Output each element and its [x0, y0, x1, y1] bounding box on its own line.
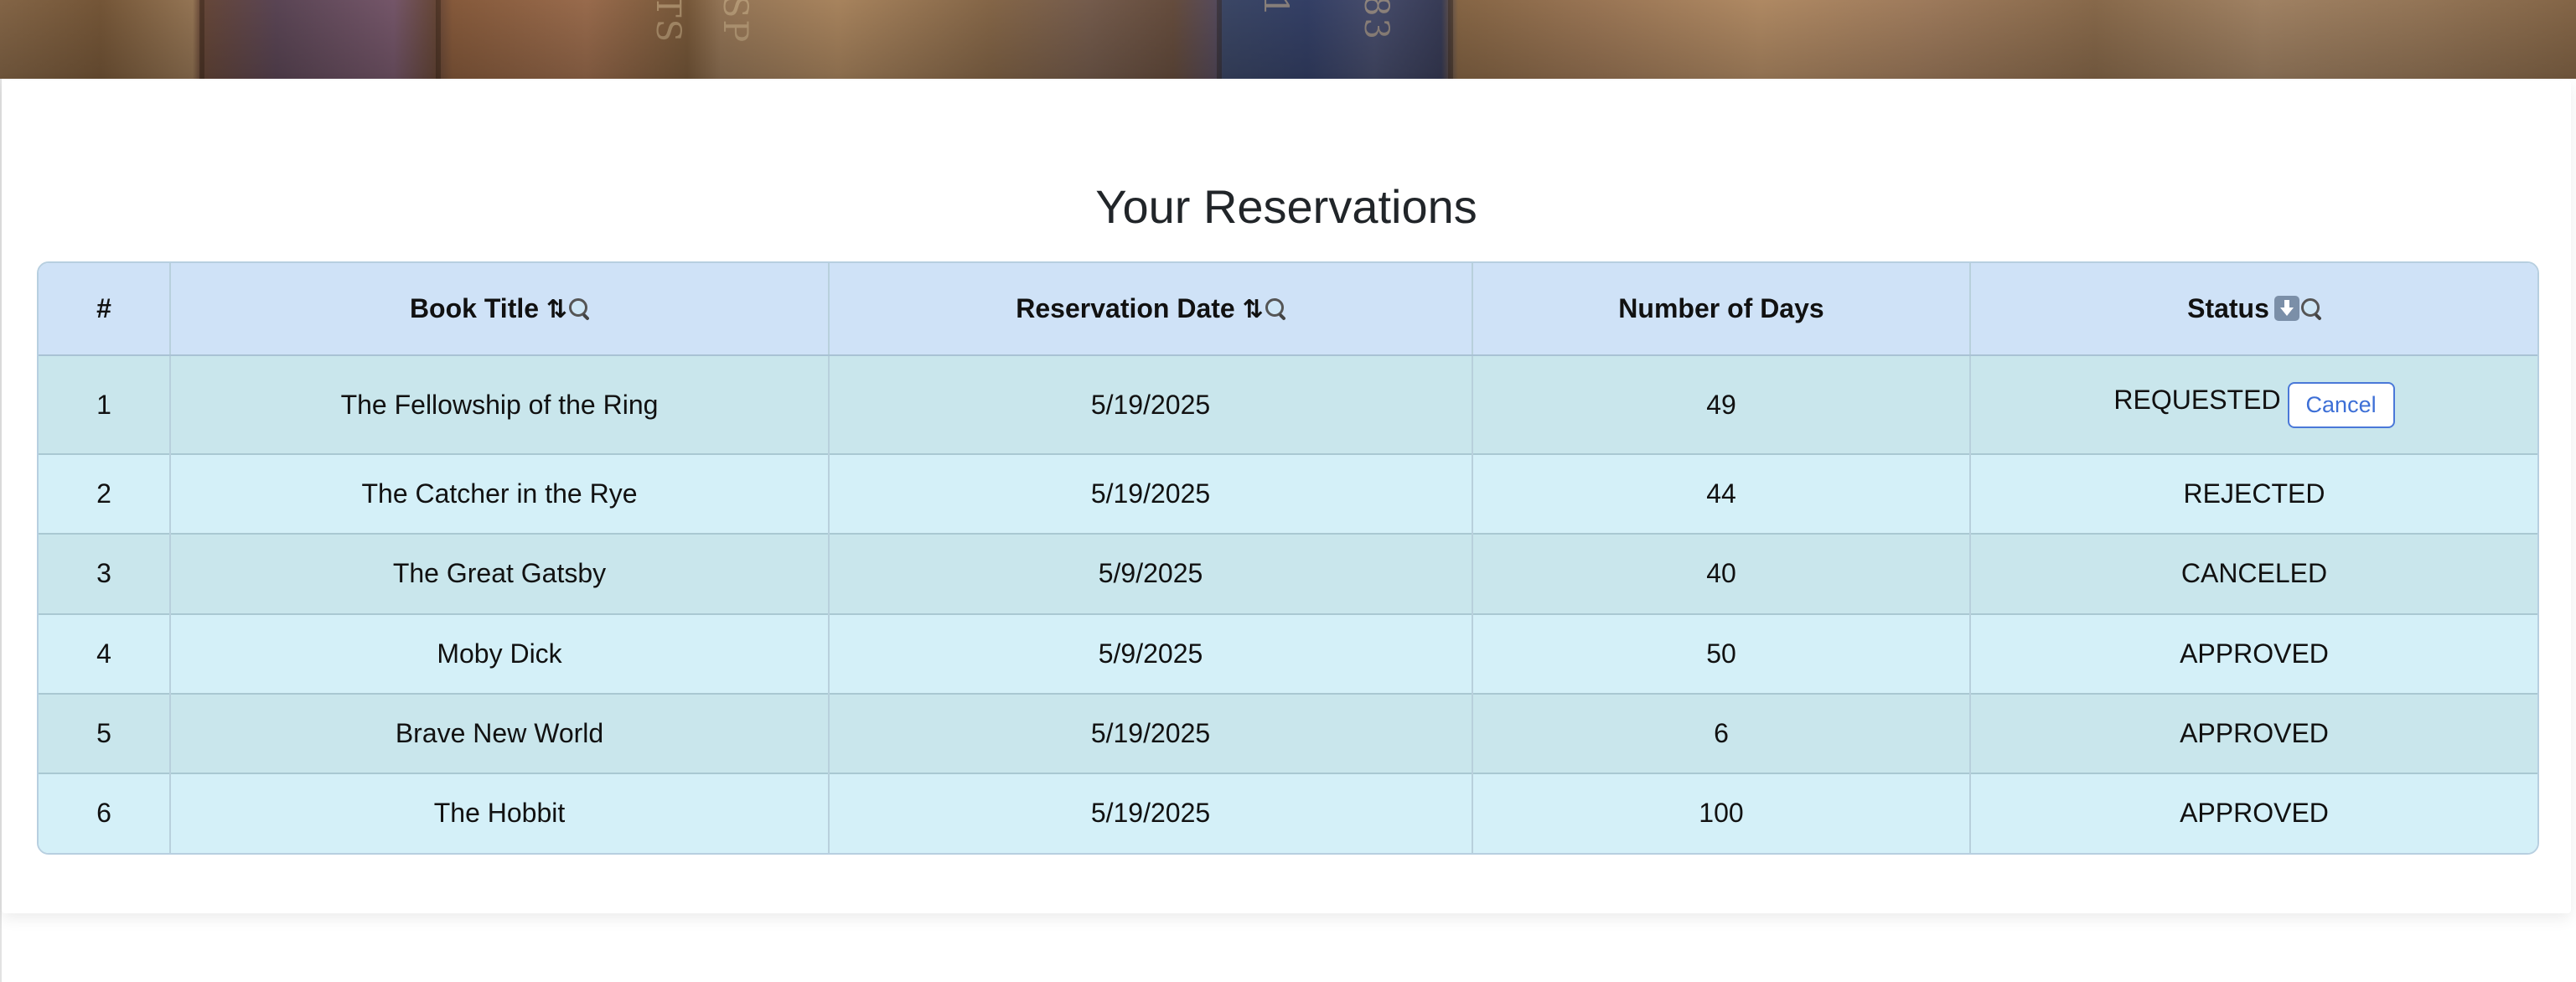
- cell-book-title: The Catcher in the Rye: [170, 454, 830, 535]
- header-book-title-label[interactable]: Book Title: [410, 293, 539, 323]
- cell-reservation-date: 5/19/2025: [829, 454, 1473, 535]
- banner-spine-text: 83: [1357, 0, 1395, 41]
- cell-number-of-days: 49: [1472, 355, 1971, 455]
- cell-status: CANCELED: [2180, 558, 2328, 589]
- sort-arrows-icon[interactable]: ⇅: [1243, 295, 1264, 324]
- cell-book-title: The Hobbit: [170, 773, 830, 853]
- cell-reservation-date: 5/9/2025: [829, 534, 1473, 614]
- cell-number-of-days: 100: [1472, 773, 1971, 853]
- header-index: #: [39, 263, 171, 356]
- magnifier-icon[interactable]: [1265, 297, 1286, 321]
- reservations-card: Your Reservations # Book Title ⇅ Reserva…: [2, 80, 2571, 913]
- cell-number-of-days: 40: [1472, 534, 1971, 614]
- magnifier-icon[interactable]: [569, 297, 590, 321]
- cell-number-of-days: 44: [1472, 454, 1971, 535]
- header-index-label: #: [96, 293, 111, 323]
- table-row: 6 The Hobbit 5/19/2025 100 APPROVED: [39, 773, 2537, 853]
- cell-status: APPROVED: [2180, 798, 2329, 829]
- cell-book-title: Moby Dick: [170, 613, 830, 694]
- cell-reservation-date: 5/19/2025: [829, 693, 1473, 773]
- table-row: 3 The Great Gatsby 5/9/2025 40 CANCELED: [39, 534, 2537, 614]
- table-row: 4 Moby Dick 5/9/2025 50 APPROVED: [39, 613, 2537, 694]
- down-arrow-box-icon[interactable]: [2273, 295, 2299, 321]
- cell-index: 5: [39, 693, 171, 773]
- cell-number-of-days: 6: [1472, 693, 1971, 773]
- cell-status: APPROVED: [2180, 638, 2329, 669]
- cell-reservation-date: 5/19/2025: [829, 355, 1473, 455]
- cell-book-title: The Fellowship of the Ring: [170, 355, 830, 455]
- table-row: 1 The Fellowship of the Ring 5/19/2025 4…: [39, 355, 2537, 455]
- header-number-of-days-label: Number of Days: [1618, 293, 1824, 323]
- cell-index: 3: [39, 534, 171, 614]
- cell-reservation-date: 5/19/2025: [829, 773, 1473, 853]
- cell-index: 6: [39, 773, 171, 853]
- cell-status: REJECTED: [2183, 478, 2325, 509]
- cell-number-of-days: 50: [1472, 613, 1971, 694]
- banner-spine-text: 1: [1256, 0, 1295, 18]
- cancel-reservation-button[interactable]: Cancel: [2287, 381, 2395, 428]
- table-row: 5 Brave New World 5/19/2025 6 APPROVED: [39, 693, 2537, 773]
- cell-book-title: The Great Gatsby: [170, 534, 830, 614]
- cell-index: 2: [39, 454, 171, 535]
- cell-reservation-date: 5/9/2025: [829, 613, 1473, 694]
- cell-status: APPROVED: [2180, 717, 2329, 748]
- cell-status: REQUESTED Cancel: [1970, 355, 2537, 454]
- reservations-table: # Book Title ⇅ Reservation Date ⇅ Number…: [37, 261, 2539, 855]
- header-banner-image: TS SP 1 83: [0, 0, 2576, 79]
- header-number-of-days: Number of Days: [1472, 263, 1971, 356]
- banner-spine-text: SP: [716, 0, 754, 44]
- banner-spine-text: TS: [649, 0, 687, 44]
- cell-index: 4: [39, 613, 171, 694]
- header-status-label[interactable]: Status: [2187, 293, 2269, 323]
- cell-index: 1: [39, 355, 171, 455]
- header-reservation-date[interactable]: Reservation Date ⇅: [829, 263, 1473, 356]
- header-status[interactable]: Status: [1970, 263, 2537, 356]
- magnifier-icon[interactable]: [2300, 297, 2322, 321]
- page-title: Your Reservations: [1095, 180, 1477, 233]
- status-text: REQUESTED: [2113, 384, 2281, 415]
- table-header-row: # Book Title ⇅ Reservation Date ⇅ Number…: [39, 263, 2537, 356]
- header-reservation-date-label[interactable]: Reservation Date: [1016, 293, 1234, 323]
- sort-arrows-icon[interactable]: ⇅: [546, 295, 567, 324]
- table-row: 2 The Catcher in the Rye 5/19/2025 44 RE…: [39, 454, 2537, 535]
- header-book-title[interactable]: Book Title ⇅: [170, 263, 830, 356]
- cell-book-title: Brave New World: [170, 693, 830, 773]
